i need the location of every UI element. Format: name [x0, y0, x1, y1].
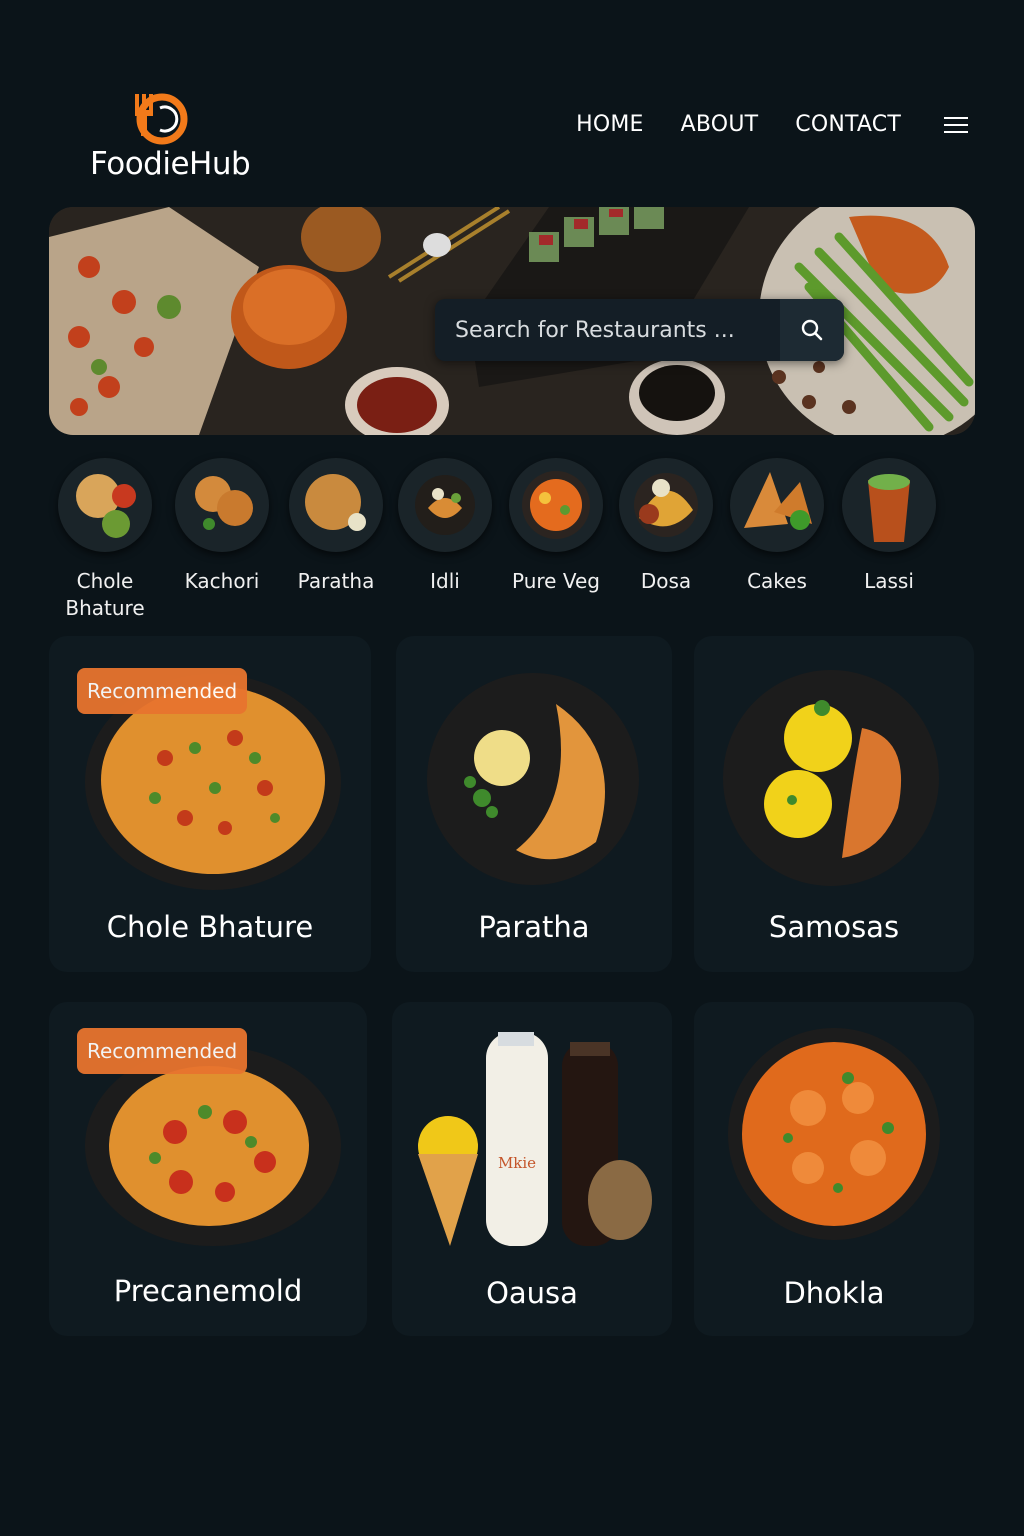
- food-card-title: Dhokla: [783, 1276, 885, 1310]
- food-card[interactable]: Samosas: [694, 636, 974, 972]
- category-image: [619, 458, 713, 552]
- category-item[interactable]: Lassi: [829, 458, 949, 595]
- page: FoodieHub HOME ABOUT CONTACT Search for …: [0, 0, 1024, 1536]
- food-card-title: Chole Bhature: [106, 910, 314, 944]
- food-card-title: Paratha: [478, 910, 590, 944]
- nav-about[interactable]: ABOUT: [681, 112, 759, 137]
- search-icon: [801, 319, 823, 341]
- nav-home[interactable]: HOME: [576, 112, 644, 137]
- brand-name: FoodieHub: [90, 146, 251, 182]
- food-card[interactable]: Dhokla: [694, 1002, 974, 1336]
- recommended-badge: Recommended: [77, 1028, 248, 1074]
- search-input[interactable]: [435, 299, 780, 361]
- recommended-badge: Recommended: [77, 668, 248, 714]
- food-image: [728, 1028, 940, 1240]
- search-bar: [435, 299, 844, 361]
- category-image: [842, 458, 936, 552]
- svg-text:Mkie: Mkie: [498, 1154, 536, 1172]
- category-label: Pure Veg: [512, 569, 600, 593]
- category-item[interactable]: Pure Veg: [496, 458, 616, 595]
- category-image: [175, 458, 269, 552]
- nav-contact[interactable]: CONTACT: [795, 112, 901, 137]
- category-label: Chole Bhature: [65, 569, 145, 620]
- category-image: [730, 458, 824, 552]
- food-card-title: Samosas: [768, 910, 900, 944]
- food-image: Mkie: [418, 1032, 652, 1246]
- category-label: Kachori: [184, 569, 260, 593]
- category-image: [289, 458, 383, 552]
- main-nav: HOME ABOUT CONTACT: [576, 112, 968, 137]
- category-label: Paratha: [297, 569, 375, 593]
- category-image: [398, 458, 492, 552]
- category-label: Cakes: [747, 569, 807, 593]
- food-card[interactable]: Recommended Precanemold: [49, 1002, 367, 1336]
- category-image: [58, 458, 152, 552]
- logo[interactable]: FoodieHub: [90, 92, 251, 182]
- category-item[interactable]: Idli: [385, 458, 505, 595]
- food-card-title: Precanemold: [113, 1274, 303, 1308]
- category-item[interactable]: Chole Bhature: [45, 458, 165, 622]
- category-item[interactable]: Dosa: [606, 458, 726, 595]
- food-card[interactable]: Mkie Oausa: [392, 1002, 672, 1336]
- food-image: [427, 673, 639, 885]
- category-strip: Chole Bhature Kachori Paratha Idli Pure …: [0, 458, 1024, 628]
- food-card[interactable]: Recommended Chole Bhature: [49, 636, 371, 972]
- fork-plate-logo-icon: [135, 93, 188, 145]
- food-card-title: Oausa: [486, 1276, 578, 1310]
- category-item[interactable]: Paratha: [276, 458, 396, 595]
- category-item[interactable]: Cakes: [717, 458, 837, 595]
- category-label: Lassi: [864, 569, 914, 593]
- category-label: Idli: [430, 569, 460, 593]
- category-item[interactable]: Kachori: [162, 458, 282, 595]
- hamburger-icon[interactable]: [944, 116, 968, 134]
- category-image: [509, 458, 603, 552]
- food-card[interactable]: Paratha: [396, 636, 672, 972]
- hero-banner: [49, 207, 975, 435]
- category-label: Dosa: [640, 569, 692, 593]
- search-button[interactable]: [780, 299, 844, 361]
- food-image: [723, 670, 939, 886]
